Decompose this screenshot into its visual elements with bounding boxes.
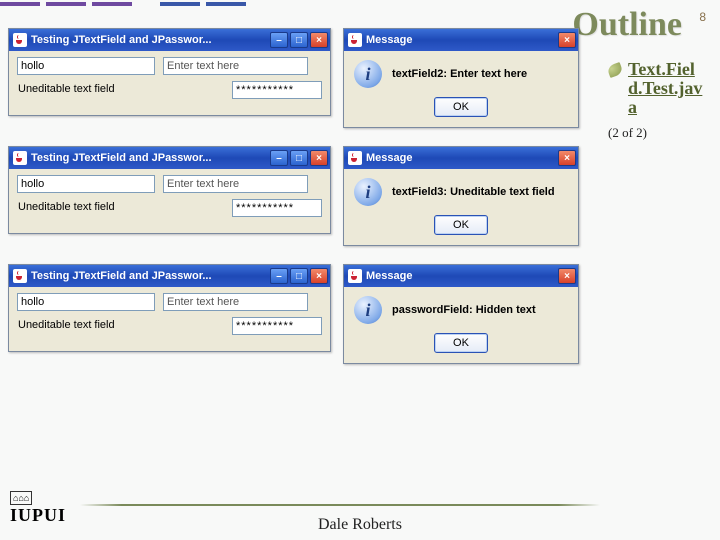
- message-dialog: Message × i textField3: Uneditable text …: [343, 146, 579, 246]
- java-icon: [13, 269, 27, 283]
- uneditable-field: Uneditable text field: [17, 81, 224, 99]
- dialog-close-button[interactable]: ×: [558, 32, 576, 48]
- maximize-button[interactable]: □: [290, 268, 308, 284]
- minimize-button[interactable]: –: [270, 268, 288, 284]
- maximize-button[interactable]: □: [290, 150, 308, 166]
- app-window: Testing JTextField and JPasswor... – □ ×…: [8, 28, 331, 116]
- dialog-title: Message: [366, 34, 558, 46]
- titlebar: Testing JTextField and JPasswor... – □ ×: [9, 265, 330, 287]
- row-2: Testing JTextField and JPasswor... – □ ×…: [8, 146, 598, 246]
- password-field[interactable]: [232, 317, 322, 335]
- ok-button[interactable]: OK: [434, 215, 488, 235]
- text-field-2[interactable]: [163, 57, 308, 75]
- slide-number: 8: [699, 10, 706, 24]
- dialog-titlebar: Message ×: [344, 29, 578, 51]
- top-accent: [0, 2, 246, 6]
- text-field-2[interactable]: [163, 175, 308, 193]
- java-icon: [13, 33, 27, 47]
- close-button[interactable]: ×: [310, 32, 328, 48]
- message-dialog: Message × i textField2: Enter text here …: [343, 28, 579, 128]
- uneditable-field: Uneditable text field: [17, 199, 224, 217]
- close-button[interactable]: ×: [310, 268, 328, 284]
- close-button[interactable]: ×: [310, 150, 328, 166]
- password-field[interactable]: [232, 199, 322, 217]
- dialog-message: textField3: Uneditable text field: [392, 186, 555, 198]
- dialog-titlebar: Message ×: [344, 147, 578, 169]
- text-field-1[interactable]: [17, 293, 155, 311]
- window-title: Testing JTextField and JPasswor...: [31, 270, 270, 282]
- row-1: Testing JTextField and JPasswor... – □ ×…: [8, 28, 598, 128]
- info-icon: i: [354, 296, 382, 324]
- info-icon: i: [354, 178, 382, 206]
- app-window: Testing JTextField and JPasswor... – □ ×…: [8, 146, 331, 234]
- uneditable-field: Uneditable text field: [17, 317, 224, 335]
- maximize-button[interactable]: □: [290, 32, 308, 48]
- footer-author: Dale Roberts: [0, 516, 720, 534]
- text-field-2[interactable]: [163, 293, 308, 311]
- titlebar: Testing JTextField and JPasswor... – □ ×: [9, 147, 330, 169]
- divider: [80, 504, 600, 506]
- password-field[interactable]: [232, 81, 322, 99]
- file-link[interactable]: Text.Field.Test.java: [628, 60, 706, 117]
- dialog-message: textField2: Enter text here: [392, 68, 527, 80]
- dialog-title: Message: [366, 270, 558, 282]
- text-field-1[interactable]: [17, 57, 155, 75]
- text-field-1[interactable]: [17, 175, 155, 193]
- screenshot-rows: Testing JTextField and JPasswor... – □ ×…: [8, 28, 598, 382]
- dialog-close-button[interactable]: ×: [558, 268, 576, 284]
- outline-panel: Text.Field.Test.java (2 of 2): [608, 60, 706, 141]
- java-icon: [13, 151, 27, 165]
- window-title: Testing JTextField and JPasswor...: [31, 152, 270, 164]
- row-3: Testing JTextField and JPasswor... – □ ×…: [8, 264, 598, 364]
- window-title: Testing JTextField and JPasswor...: [31, 34, 270, 46]
- dialog-close-button[interactable]: ×: [558, 150, 576, 166]
- minimize-button[interactable]: –: [270, 32, 288, 48]
- ok-button[interactable]: OK: [434, 97, 488, 117]
- ok-button[interactable]: OK: [434, 333, 488, 353]
- dialog-title: Message: [366, 152, 558, 164]
- message-dialog: Message × i passwordField: Hidden text O…: [343, 264, 579, 364]
- info-icon: i: [354, 60, 382, 88]
- dialog-titlebar: Message ×: [344, 265, 578, 287]
- dialog-message: passwordField: Hidden text: [392, 304, 536, 316]
- titlebar: Testing JTextField and JPasswor... – □ ×: [9, 29, 330, 51]
- java-icon: [348, 151, 362, 165]
- minimize-button[interactable]: –: [270, 150, 288, 166]
- java-icon: [348, 269, 362, 283]
- leaf-bullet-icon: [606, 62, 623, 78]
- app-window: Testing JTextField and JPasswor... – □ ×…: [8, 264, 331, 352]
- java-icon: [348, 33, 362, 47]
- pager-text: (2 of 2): [608, 125, 706, 141]
